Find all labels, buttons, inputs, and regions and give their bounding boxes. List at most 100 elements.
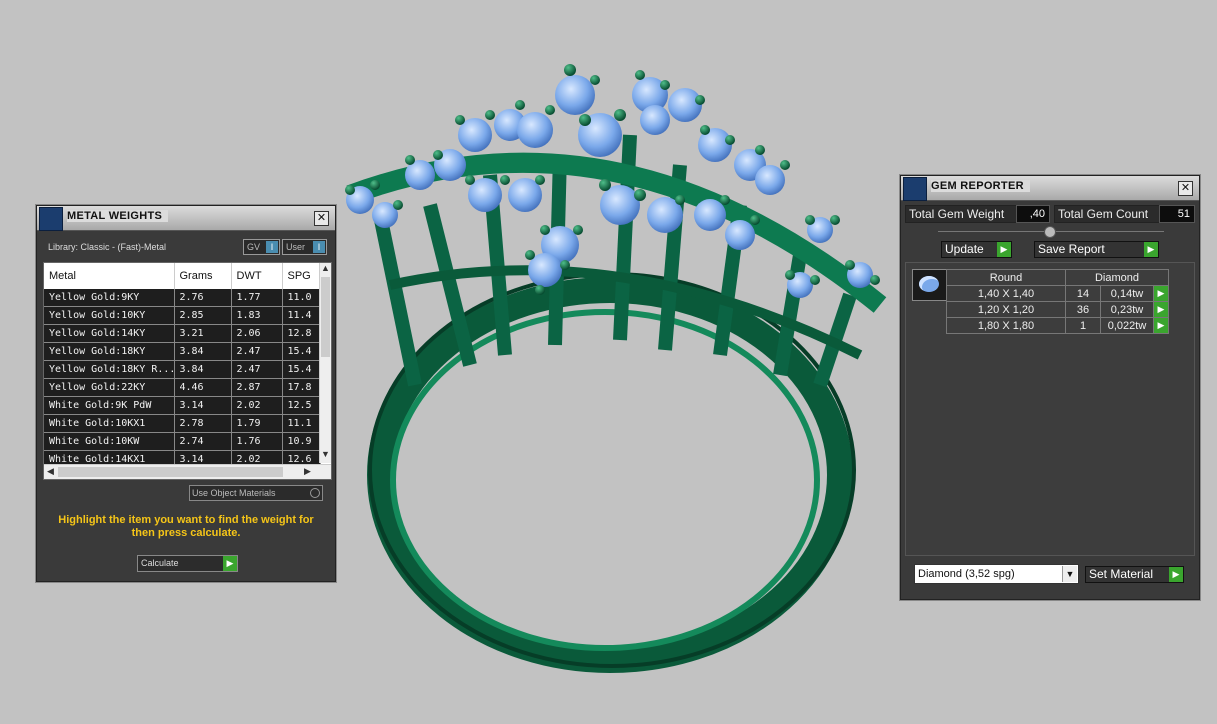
gem-weight-cell: 0,14tw (1100, 285, 1154, 302)
user-toggle-label: User (286, 242, 306, 252)
user-toggle[interactable]: User I (282, 239, 327, 255)
calculate-button[interactable]: Calculate ▶ (137, 555, 238, 572)
close-button[interactable]: ✕ (1178, 181, 1193, 196)
gem-count-cell: 1 (1065, 317, 1101, 334)
calculate-label: Calculate (141, 558, 179, 568)
save-report-button[interactable]: Save Report ▶ (1034, 241, 1159, 258)
gem-row[interactable]: 1,80 X 1,80 1 0,022tw ▶ (946, 317, 1169, 334)
use-object-materials-toggle[interactable]: Use Object Materials (189, 485, 323, 501)
table-row[interactable]: White Gold:10KX1 2.78 1.79 11.1 (44, 414, 321, 433)
table-cell: 3.84 (174, 342, 232, 361)
table-cell: Yellow Gold:9KY (44, 289, 175, 307)
ring-band-inner (390, 309, 820, 651)
metal-weights-titlebar[interactable]: METAL WEIGHTS ✕ (37, 206, 335, 231)
table-cell: 15.4 (282, 342, 321, 361)
table-cell: 11.0 (282, 289, 321, 307)
close-button[interactable]: ✕ (314, 211, 329, 226)
gv-toggle[interactable]: GV I (243, 239, 280, 255)
scroll-thumb[interactable] (58, 467, 283, 477)
scroll-down-icon[interactable]: ▼ (321, 449, 330, 459)
table-row[interactable]: White Gold:9K PdW 3.14 2.02 12.5 (44, 396, 321, 415)
table-row[interactable]: Yellow Gold:22KY 4.46 2.87 17.8 (44, 378, 321, 397)
table-cell: Yellow Gold:18KY (44, 342, 175, 361)
divider (938, 226, 1164, 238)
play-arrow-icon: ▶ (997, 242, 1011, 257)
round-gem-icon[interactable] (912, 269, 947, 301)
total-gem-count-value: 51 (1159, 205, 1195, 223)
table-cell: 15.4 (282, 360, 321, 379)
gem-table: Round Diamond 1,40 X 1,40 14 0,14tw ▶ 1,20 X… (946, 269, 1169, 334)
update-label: Update (945, 242, 984, 256)
scroll-thumb[interactable] (321, 277, 330, 357)
column-header[interactable]: DWT (231, 263, 283, 289)
table-row[interactable]: Yellow Gold:9KY 2.76 1.77 11.0 (44, 289, 321, 307)
gem-size-cell: 1,80 X 1,80 (946, 317, 1066, 334)
table-cell: 3.21 (174, 324, 232, 343)
table-cell: 2.47 (231, 342, 283, 361)
gem-row[interactable]: 1,40 X 1,40 14 0,14tw ▶ (946, 285, 1169, 302)
table-cell: 2.47 (231, 360, 283, 379)
table-cell: Yellow Gold:14KY (44, 324, 175, 343)
table-cell: Yellow Gold:22KY (44, 378, 175, 397)
gem-count-cell: 36 (1065, 301, 1101, 318)
gem-size-cell: 1,40 X 1,40 (946, 285, 1066, 302)
column-header[interactable]: SPG (282, 263, 321, 289)
horizontal-scrollbar[interactable]: ◀ ▶ (44, 464, 331, 479)
total-gem-count-label: Total Gem Count (1054, 205, 1161, 223)
table-cell: 3.84 (174, 360, 232, 379)
play-arrow-icon[interactable]: ▶ (1153, 301, 1169, 318)
table-cell: 1.77 (231, 289, 283, 307)
table-cell: 12.8 (282, 324, 321, 343)
table-cell: 11.1 (282, 414, 321, 433)
table-cell: 2.85 (174, 306, 232, 325)
scroll-right-icon[interactable]: ▶ (304, 466, 311, 477)
table-cell: 1.76 (231, 432, 283, 451)
set-material-button[interactable]: Set Material ▶ (1085, 566, 1184, 583)
table-cell: 12.5 (282, 396, 321, 415)
play-arrow-icon: ▶ (1144, 242, 1158, 257)
scale-icon (39, 207, 63, 231)
table-cell: Yellow Gold:18KY R... (44, 360, 175, 379)
radio-icon (310, 488, 320, 498)
table-header-row: Metal Grams DWT SPG (44, 263, 321, 289)
update-button[interactable]: Update ▶ (941, 241, 1012, 258)
table-cell: 11.4 (282, 306, 321, 325)
table-cell: 17.8 (282, 378, 321, 397)
gem-reporter-window: GEM REPORTER ✕ Total Gem Weight ,40 Tota… (900, 175, 1200, 600)
column-header[interactable]: Metal (44, 263, 175, 289)
table-row[interactable]: Yellow Gold:14KY 3.21 2.06 12.8 (44, 324, 321, 343)
scroll-up-icon[interactable]: ▲ (321, 263, 330, 273)
play-arrow-icon[interactable]: ▶ (1153, 317, 1169, 334)
play-arrow-icon[interactable]: ▶ (1153, 285, 1169, 302)
scroll-left-icon[interactable]: ◀ (47, 466, 54, 477)
gem-reporter-title: GEM REPORTER (931, 180, 1030, 192)
gem-row[interactable]: 1,20 X 1,20 36 0,23tw ▶ (946, 301, 1169, 318)
play-arrow-icon: ▶ (223, 556, 237, 571)
ring-3d-model[interactable] (320, 55, 900, 675)
total-gem-weight-value: ,40 (1016, 205, 1050, 223)
table-row[interactable]: Yellow Gold:18KY 3.84 2.47 15.4 (44, 342, 321, 361)
table-cell: Yellow Gold:10KY (44, 306, 175, 325)
table-row[interactable]: Yellow Gold:10KY 2.85 1.83 11.4 (44, 306, 321, 325)
save-report-label: Save Report (1038, 242, 1105, 256)
set-material-label: Set Material (1089, 567, 1154, 581)
table-cell: 1.79 (231, 414, 283, 433)
table-cell: White Gold:10KX1 (44, 414, 175, 433)
vertical-scrollbar[interactable]: ▲ ▼ (319, 263, 331, 463)
table-cell: 1.83 (231, 306, 283, 325)
table-cell: 2.06 (231, 324, 283, 343)
metal-weights-window: METAL WEIGHTS ✕ Library: Classic - (Fast… (36, 205, 336, 582)
material-select[interactable]: Diamond (3,52 spg) ▼ (914, 564, 1079, 584)
table-cell: 2.02 (231, 396, 283, 415)
gem-weight-cell: 0,022tw (1100, 317, 1154, 334)
table-cell: 3.14 (174, 396, 232, 415)
table-row[interactable]: White Gold:10KW 2.74 1.76 10.9 (44, 432, 321, 451)
chevron-down-icon[interactable]: ▼ (1062, 566, 1077, 582)
use-object-materials-label: Use Object Materials (192, 488, 276, 498)
splitter-handle[interactable] (1044, 226, 1056, 238)
gem-list-panel: Round Diamond 1,40 X 1,40 14 0,14tw ▶ 1,20 X… (905, 262, 1195, 556)
table-row[interactable]: Yellow Gold:18KY R... 3.84 2.47 15.4 (44, 360, 321, 379)
column-header[interactable]: Grams (174, 263, 232, 289)
table-cell: 2.78 (174, 414, 232, 433)
gem-reporter-titlebar[interactable]: GEM REPORTER ✕ (901, 176, 1199, 201)
